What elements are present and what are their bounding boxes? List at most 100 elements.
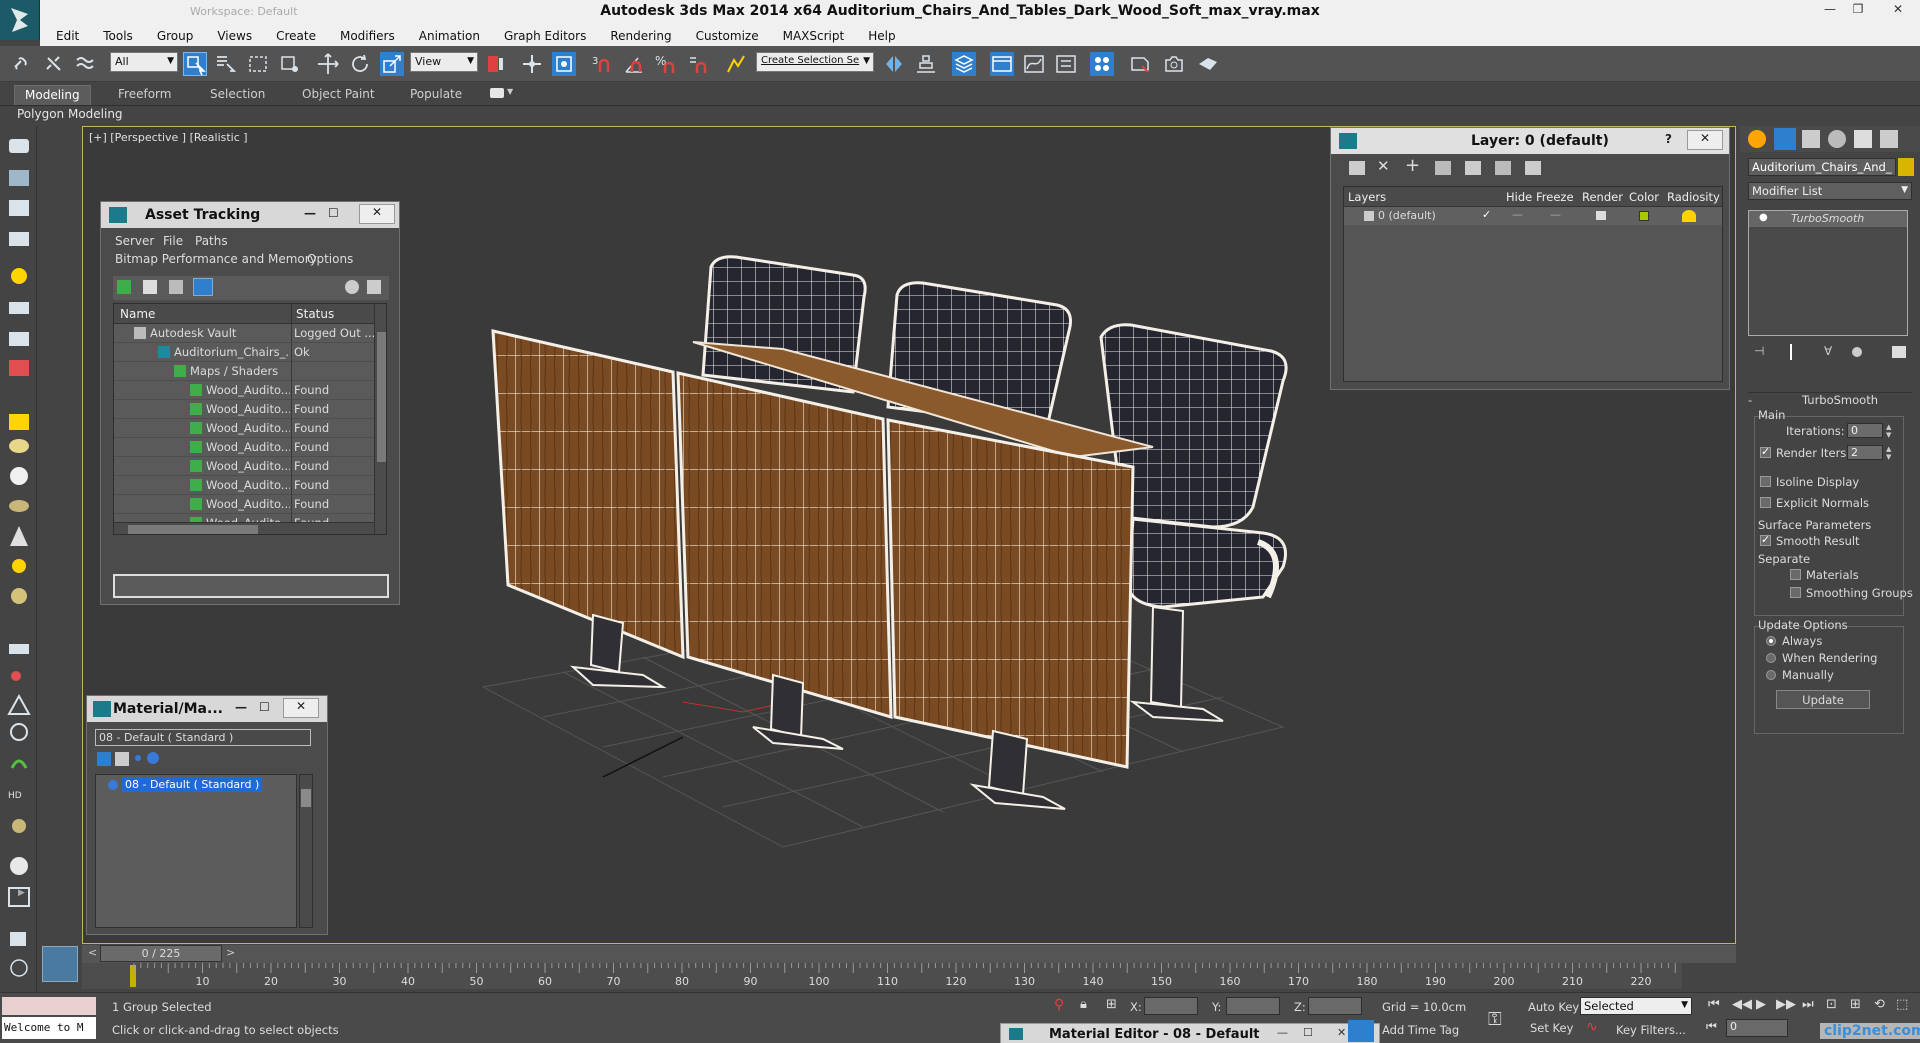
list-icon[interactable] xyxy=(9,200,29,216)
time-slider-thumb[interactable]: 0 / 225 xyxy=(100,945,222,962)
close-icon[interactable]: ✕ xyxy=(1886,2,1910,22)
column-render[interactable]: Render xyxy=(1582,190,1623,204)
selection-filter-dropdown[interactable]: All ▼ xyxy=(110,52,178,72)
camera-icon[interactable] xyxy=(9,302,29,314)
play-icon[interactable]: ▶ xyxy=(1756,997,1766,1012)
mirror-icon[interactable] xyxy=(882,52,906,76)
manually-radio[interactable] xyxy=(1766,670,1776,680)
rectangular-selection-icon[interactable] xyxy=(246,52,270,76)
refresh-icon[interactable] xyxy=(117,280,131,294)
gear-icon[interactable] xyxy=(10,723,28,741)
orbit-icon[interactable]: ⟲ xyxy=(1874,997,1885,1012)
column-hide[interactable]: Hide xyxy=(1506,190,1532,204)
menu-graph-editors[interactable]: Graph Editors xyxy=(492,29,598,43)
select-object-icon[interactable] xyxy=(183,52,207,76)
set-key-mode-icon[interactable]: ⚿ xyxy=(1488,1009,1502,1030)
menu-file[interactable]: File xyxy=(163,234,183,248)
zoom-extents-icon[interactable]: ⊡ xyxy=(1826,997,1837,1012)
object-name-field[interactable]: Auditorium_Chairs_And_ xyxy=(1748,158,1896,176)
isolate-icon[interactable]: ⚲ xyxy=(1054,997,1064,1013)
display-tab-icon[interactable] xyxy=(1854,130,1872,148)
script-icon[interactable] xyxy=(10,932,26,946)
move-icon[interactable] xyxy=(316,52,340,76)
asset-row[interactable]: Wood_Audito... Found xyxy=(114,438,374,457)
explicit-normals-checkbox[interactable] xyxy=(1760,497,1771,508)
selection-lock-icon[interactable]: 🔒︎ xyxy=(1080,997,1087,1012)
configure-sets-icon[interactable] xyxy=(1892,346,1906,358)
maximize-viewport-icon[interactable]: ⬚ xyxy=(1896,997,1908,1012)
absolute-mode-icon[interactable]: ⊞ xyxy=(1106,997,1117,1012)
maxscript-listener-pink[interactable] xyxy=(2,997,96,1015)
helper-icon[interactable] xyxy=(9,332,29,346)
freeze-all-icon[interactable] xyxy=(1525,161,1541,175)
minimize-icon[interactable]: — xyxy=(1818,2,1842,22)
update-button[interactable]: Update xyxy=(1776,690,1870,709)
box-icon[interactable] xyxy=(9,414,29,430)
time-ruler[interactable]: 10 20 30 40 50 60 70 80 90 100 110 120 130 140 150 160 1… xyxy=(82,963,1682,989)
material-editor-icon[interactable] xyxy=(1090,52,1114,76)
prev-frame-icon[interactable]: ◀◀ xyxy=(1732,997,1752,1012)
teapot-icon[interactable] xyxy=(9,139,29,153)
menu-edit[interactable]: Edit xyxy=(44,29,91,43)
material-browser-titlebar[interactable]: Material/Ma... — ☐ ✕ xyxy=(87,696,327,722)
maximize-icon[interactable]: ☐ xyxy=(1303,1026,1313,1039)
snaps-toggle-icon[interactable]: 3 xyxy=(590,52,614,76)
radiosity-icon[interactable] xyxy=(1682,210,1696,222)
layer-help-icon[interactable]: ? xyxy=(1665,132,1672,146)
material-list-icon[interactable] xyxy=(97,752,111,766)
stack-bulb-icon[interactable]: ● xyxy=(1759,212,1768,223)
layer-titlebar[interactable]: Layer: 0 (default) ? ✕ xyxy=(1331,128,1729,154)
shell-icon[interactable] xyxy=(12,819,26,833)
image-icon[interactable] xyxy=(9,170,29,186)
z-coordinate-field[interactable] xyxy=(1308,997,1362,1015)
column-freeze[interactable]: Freeze xyxy=(1536,190,1574,204)
key-curve-icon[interactable]: ∿ xyxy=(1586,1019,1598,1035)
material-item[interactable]: 08 - Default ( Standard ) xyxy=(122,777,263,792)
when-rendering-radio[interactable] xyxy=(1766,653,1776,663)
next-frame-icon[interactable]: ▶▶ xyxy=(1776,997,1796,1012)
table-view-icon[interactable] xyxy=(193,278,213,296)
keyboard-shortcut-override-icon[interactable] xyxy=(552,52,576,76)
menu-paths[interactable]: Paths xyxy=(195,234,228,248)
sphere-white-icon[interactable] xyxy=(10,857,28,875)
menu-animation[interactable]: Animation xyxy=(407,29,492,43)
material-editor-window[interactable]: Material Editor - 08 - Default — ☐ ✕ xyxy=(1000,1023,1380,1043)
help-icon[interactable] xyxy=(345,280,359,294)
add-to-layer-icon[interactable]: + xyxy=(1405,155,1420,176)
menu-maxscript[interactable]: MAXScript xyxy=(771,29,857,43)
material-name-field[interactable]: 08 - Default ( Standard ) xyxy=(95,729,311,746)
menu-help[interactable]: Help xyxy=(856,29,907,43)
new-layer-icon[interactable] xyxy=(1349,161,1365,175)
window-crossing-icon[interactable] xyxy=(278,52,302,76)
asset-row[interactable]: Wood_Audito... Found xyxy=(114,476,374,495)
layer-color-swatch[interactable] xyxy=(1639,211,1649,221)
iterations-arrows-icon[interactable]: ▲ ▼ xyxy=(1886,423,1891,439)
key-filters-button[interactable]: Key Filters... xyxy=(1616,1023,1686,1037)
key-mode-dropdown[interactable]: Selected ▼ xyxy=(1580,997,1692,1015)
hide-toggle-icon[interactable]: — xyxy=(1512,208,1523,221)
reference-coordinate-dropdown[interactable]: View ▼ xyxy=(410,52,478,72)
time-prev-icon[interactable]: < xyxy=(88,946,97,959)
tab-selection[interactable]: Selection xyxy=(200,85,275,105)
bind-spacewarp-icon[interactable] xyxy=(74,52,98,76)
asset-row[interactable]: Wood_Audito... Found xyxy=(114,495,374,514)
minimize-icon[interactable]: — xyxy=(235,700,247,714)
asset-row[interactable]: Wood_Audito... Found xyxy=(114,400,374,419)
add-time-tag[interactable]: Add Time Tag xyxy=(1382,1023,1459,1037)
tab-object-paint[interactable]: Object Paint xyxy=(292,85,385,105)
asset-row[interactable]: Autodesk Vault Logged Out ... xyxy=(114,324,375,343)
close-icon[interactable]: ✕ xyxy=(1687,130,1723,150)
help-icon[interactable] xyxy=(10,959,28,977)
asset-horizontal-scrollbar[interactable] xyxy=(114,522,374,534)
tab-modeling[interactable]: Modeling xyxy=(14,85,91,105)
column-layers[interactable]: Layers xyxy=(1348,190,1386,204)
material-sphere-icon[interactable] xyxy=(147,752,159,764)
list-view-icon[interactable] xyxy=(143,280,157,294)
render-icon[interactable] xyxy=(9,360,29,376)
materials-checkbox[interactable] xyxy=(1790,569,1801,580)
menu-customize[interactable]: Customize xyxy=(684,29,771,43)
close-icon[interactable]: ✕ xyxy=(1337,1026,1346,1039)
asset-vertical-scrollbar[interactable] xyxy=(374,304,386,534)
sphere-icon[interactable] xyxy=(9,439,29,453)
active-layer-check-icon[interactable]: ✓ xyxy=(1482,208,1491,221)
